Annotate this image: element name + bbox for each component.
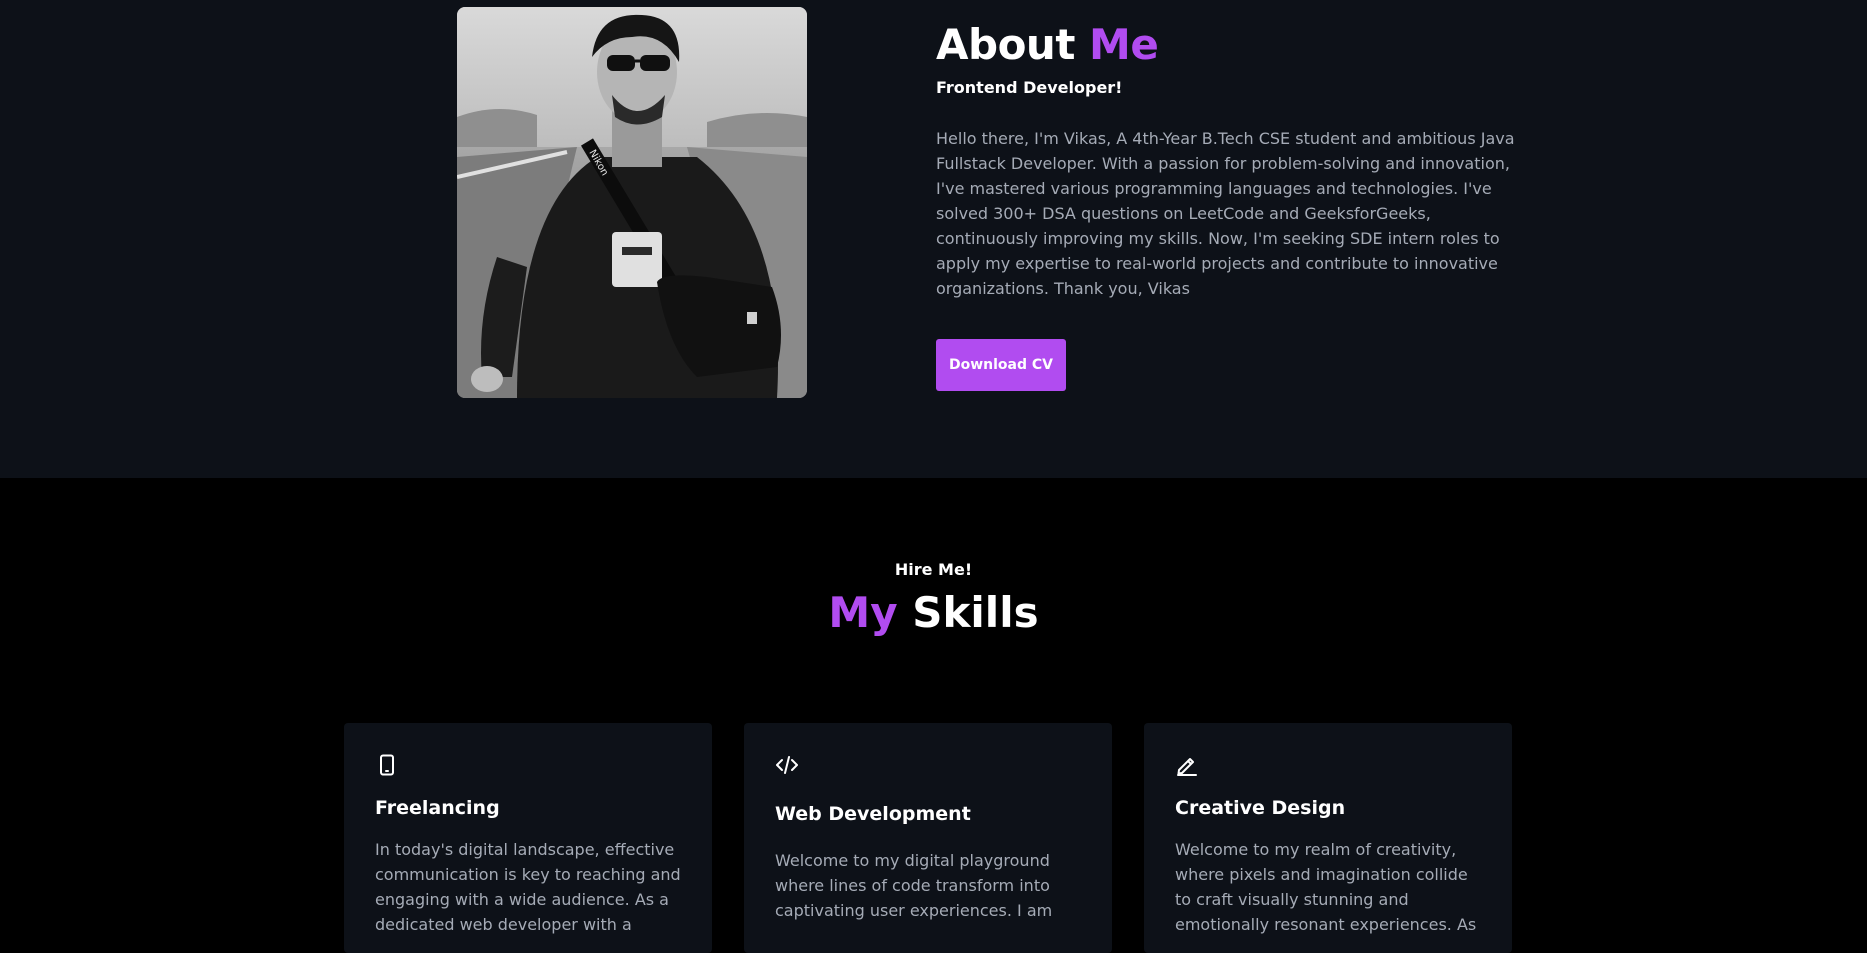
- skills-title-my: My: [828, 588, 898, 637]
- skills-title: My Skills: [0, 586, 1867, 640]
- skills-section: Hire Me! My Skills Freelancing In today'…: [0, 478, 1867, 953]
- code-icon: [776, 756, 798, 774]
- skill-card-title: Web Development: [775, 803, 971, 825]
- skills-kicker: Hire Me!: [894, 560, 973, 579]
- download-cv-button[interactable]: Download CV: [936, 339, 1066, 391]
- skills-title-skills: Skills: [897, 588, 1039, 637]
- about-text-block: About Me Frontend Developer! Hello there…: [936, 18, 1516, 301]
- about-title-me: Me: [1089, 20, 1159, 69]
- skill-card-description: Welcome to my digital playground where l…: [775, 851, 1053, 920]
- about-title: About Me: [936, 18, 1516, 72]
- profile-photo-illustration: Nikon: [457, 7, 807, 398]
- pencil-icon: [1177, 758, 1197, 776]
- skill-card-title: Creative Design: [1175, 797, 1346, 819]
- smartphone-icon: [380, 754, 394, 776]
- profile-photo: Nikon: [457, 7, 807, 398]
- skill-card-creative-design: Creative Design Welcome to my realm of c…: [1144, 723, 1512, 953]
- about-section: Nikon About Me Frontend Developer! Hello…: [0, 0, 1867, 478]
- about-title-about: About: [936, 20, 1090, 69]
- skill-card-description: Welcome to my realm of creativity, where…: [1175, 840, 1477, 934]
- about-paragraph: Hello there, I'm Vikas, A 4th-Year B.Tec…: [936, 129, 1515, 298]
- skill-card-web-development: Web Development Welcome to my digital pl…: [744, 723, 1112, 953]
- skill-card-title: Freelancing: [375, 797, 500, 819]
- about-subtitle: Frontend Developer!: [936, 78, 1123, 97]
- skill-card-freelancing: Freelancing In today's digital landscape…: [344, 723, 712, 953]
- skill-card-description: In today's digital landscape, effective …: [375, 840, 681, 934]
